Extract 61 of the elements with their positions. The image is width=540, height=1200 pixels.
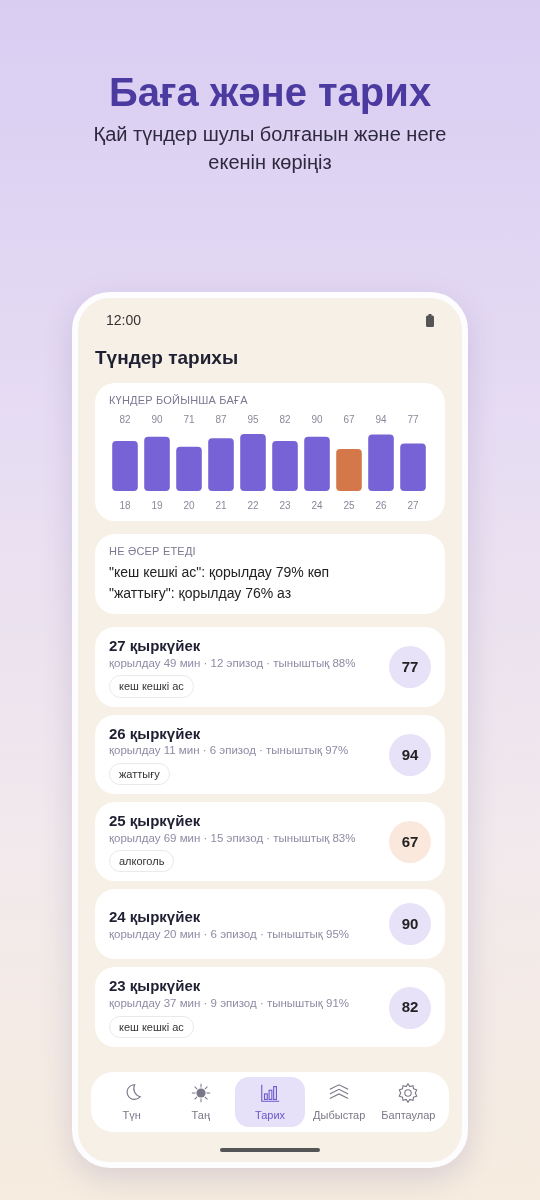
bar-value-label: 95 [247,413,259,425]
night-date: 27 қыркүйек [109,637,202,656]
score-circle: 77 [389,646,431,689]
nav-tab[interactable]: Түн [97,1076,167,1127]
bar-value-label: 94 [375,413,387,425]
day-label: 18 [119,499,131,511]
night-stats: қорылдау 20 мин · 6 эпизод · тыныштық 95% [109,926,351,941]
bar-value-label: 82 [119,413,131,425]
score-circle: 82 [389,986,431,1029]
bar-value-label: 71 [183,413,195,425]
day-label: 20 [183,499,195,511]
settings-icon [397,1081,420,1104]
nav-tab[interactable]: Дыбыстар [304,1076,374,1127]
nav-tab[interactable]: Тарих [235,1076,305,1127]
score-bar [368,434,394,491]
night-date: 23 қыркүйек [109,977,202,997]
night-stats: қорылдау 69 мин · 15 эпизод · тыныштық 83% [109,830,357,846]
day-label: 23 [279,499,291,511]
bar-value-label: 90 [311,413,323,425]
sun-icon [189,1081,212,1104]
night-stats: қорылдау 49 мин · 12 эпизод · тыныштық 88% [109,655,357,671]
day-label: 25 [343,499,355,511]
score-circle: 67 [389,821,431,864]
bar-value-label: 77 [407,413,419,425]
hero-title: Баға және тарих [107,69,433,116]
day-label: 22 [247,499,259,511]
score-circle: 90 [389,903,431,946]
insight-text: "жаттығу": қорылдау 76% аз [109,584,293,604]
score-bar [272,440,298,491]
day-label: 21 [215,499,227,511]
hero-subtitle: Қай түндер шулы болғанын және неге екенін көріңіз [92,122,448,175]
score-bar [144,436,170,491]
score-bar [176,446,202,491]
bar-value-label: 82 [279,413,291,425]
bar-value-label: 87 [215,413,227,425]
nav-tab[interactable]: Баптаулар [373,1076,443,1127]
score-bar [208,438,234,491]
night-date: 25 қыркүйек [109,812,202,831]
score-bar [240,433,266,491]
screen-title: Түндер тарихы [95,346,240,370]
day-label: 19 [151,499,163,511]
insights-title: НЕ ӘСЕР ЕТЕДІ [109,543,197,559]
bar-value-label: 90 [151,413,163,425]
insight-text: "кеш кешкі ас": қорылдау 79% көп [109,563,331,583]
score-bar [336,448,362,491]
nav-tab[interactable]: Таң [166,1076,236,1127]
score-bar [400,443,426,491]
night-stats: қорылдау 11 мин · 6 эпизод · тыныштық 97% [109,743,350,758]
score-bar [112,440,138,491]
day-label: 27 [407,499,419,511]
day-label: 26 [375,499,387,511]
night-date: 24 қыркүйек [109,907,202,927]
score-circle: 94 [389,733,431,776]
night-date: 26 қыркүйек [109,724,202,744]
bar-value-label: 67 [343,413,355,425]
battery-icon [426,313,434,327]
night-stats: қорылдау 37 мин · 9 эпизод · тыныштық 91% [109,996,351,1011]
status-time: 12:00 [106,312,142,329]
chart-title: КҮНДЕР БОЙЫНША БАҒА [109,392,249,407]
score-bar [304,436,330,491]
day-label: 24 [311,499,323,511]
